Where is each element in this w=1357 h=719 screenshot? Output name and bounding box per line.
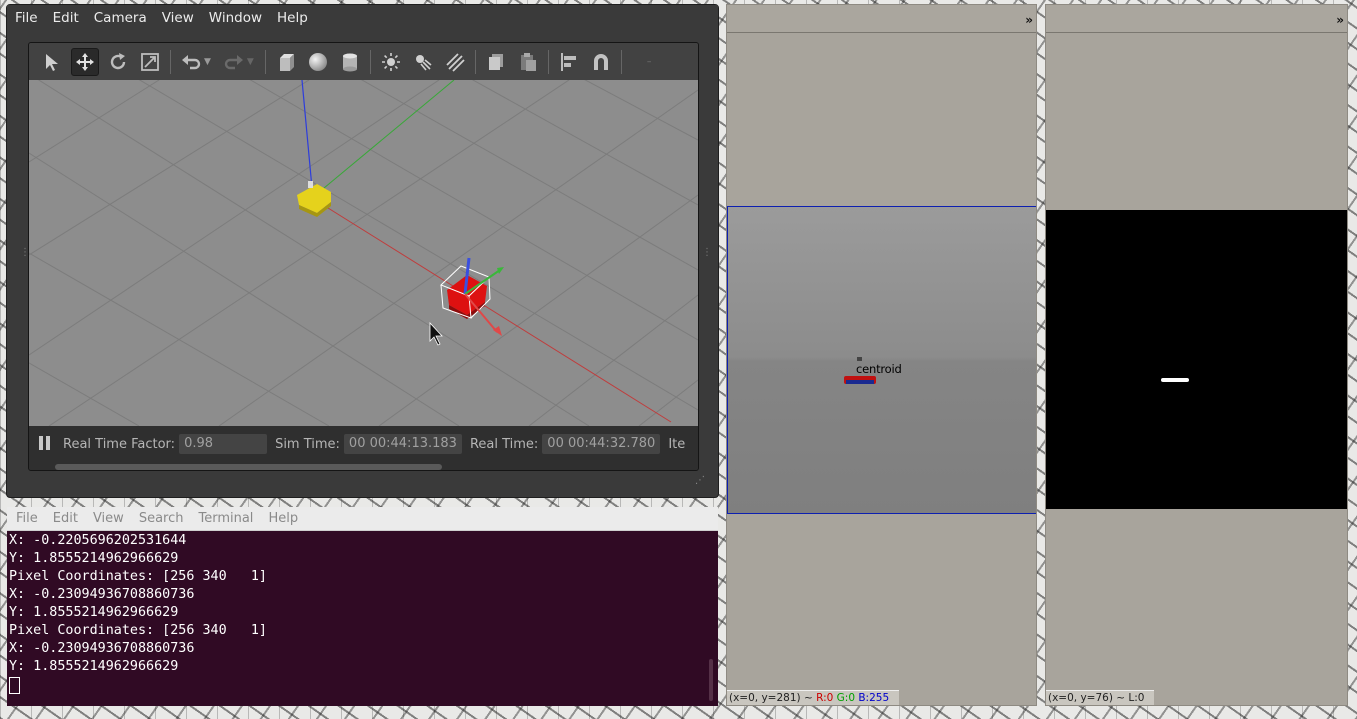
real-time-value: 00 00:44:32.780 bbox=[542, 434, 661, 454]
terminal-cursor bbox=[9, 677, 20, 694]
terminal-line: X: -0.23094936708860736 bbox=[9, 641, 195, 656]
gazebo-menubar: File Edit Camera View Window Help bbox=[7, 5, 718, 31]
redo-icon bbox=[221, 49, 247, 75]
mask-image[interactable] bbox=[1046, 210, 1347, 509]
translate-icon[interactable] bbox=[71, 47, 99, 76]
real-time-factor-label: Real Time Factor: bbox=[63, 436, 176, 452]
terminal-line: X: -0.2205696202531644 bbox=[9, 533, 187, 548]
expand-toolbar-icon[interactable]: » bbox=[1025, 13, 1033, 27]
point-light-icon[interactable] bbox=[378, 49, 404, 75]
terminal-line: Y: 1.8555214962966629 bbox=[9, 605, 179, 620]
toolbar-separator bbox=[474, 49, 476, 74]
gazebo-menu-camera[interactable]: Camera bbox=[94, 10, 147, 26]
camera-status-g: G:0 bbox=[836, 692, 855, 704]
gazebo-3d-viewport[interactable] bbox=[29, 80, 698, 426]
real-time-factor-value: 0.98 bbox=[179, 434, 268, 454]
camera-status-r: R:0 bbox=[816, 692, 834, 704]
gazebo-menu-view[interactable]: View bbox=[162, 10, 194, 26]
camera-image[interactable]: centroid bbox=[727, 206, 1036, 514]
gazebo-toolbar: ▼ ▼ – bbox=[29, 43, 698, 80]
terminal-line: Y: 1.8555214962966629 bbox=[9, 659, 179, 674]
terminal-line: X: -0.23094936708860736 bbox=[9, 587, 195, 602]
mask-blob bbox=[1161, 378, 1189, 382]
camera-pixel-status: (x=0, y=281) ~ R:0 G:0 B:255 bbox=[727, 690, 899, 705]
copy-icon[interactable] bbox=[483, 49, 509, 75]
spot-light-icon[interactable] bbox=[410, 49, 436, 75]
gazebo-menu-file[interactable]: File bbox=[15, 10, 38, 26]
real-time-label: Real Time: bbox=[469, 436, 539, 452]
select-arrow-icon[interactable] bbox=[39, 49, 65, 75]
right-splitter-grip[interactable]: ⋮ bbox=[702, 247, 712, 258]
toolbar-separator bbox=[264, 49, 266, 74]
camera-status-coords: (x=0, y=281) ~ bbox=[729, 692, 817, 704]
pause-icon[interactable] bbox=[39, 436, 53, 452]
toolbar-separator bbox=[170, 49, 171, 74]
terminal-menu-help[interactable]: Help bbox=[268, 511, 298, 526]
robot-shadow bbox=[846, 380, 874, 384]
terminal-line: Y: 1.8555214962966629 bbox=[9, 551, 179, 566]
sphere-shape-icon[interactable] bbox=[305, 49, 331, 75]
toolbar-separator bbox=[620, 49, 622, 74]
gazebo-statusbar: Real Time Factor: 0.98 Sim Time: 00 00:4… bbox=[29, 426, 698, 470]
gazebo-menu-help[interactable]: Help bbox=[277, 10, 308, 26]
sim-time-label: Sim Time: bbox=[275, 436, 340, 452]
statusbar-scrollbar[interactable] bbox=[55, 464, 442, 470]
gazebo-render-frame: ▼ ▼ – Real Time Factor: 0.98 Sim Time: 0… bbox=[28, 42, 699, 471]
undo-icon[interactable] bbox=[178, 49, 204, 75]
toolbar-separator bbox=[369, 49, 371, 74]
mask-window-topbar: » bbox=[1046, 5, 1347, 33]
camera-status-b: B:255 bbox=[858, 692, 890, 704]
gazebo-window: File Edit Camera View Window Help ⋮ ⋮ ▼ … bbox=[6, 4, 719, 498]
terminal-window: File Edit View Search Terminal Help X: -… bbox=[7, 507, 718, 706]
mask-image-window: » (x=0, y=76) ~ L:0 bbox=[1045, 4, 1348, 706]
snap-magnet-icon[interactable] bbox=[588, 49, 614, 75]
gazebo-menu-edit[interactable]: Edit bbox=[53, 10, 79, 26]
terminal-scrollbar[interactable] bbox=[709, 659, 713, 701]
terminal-menu-edit[interactable]: Edit bbox=[53, 511, 78, 526]
toolbar-overflow-icon[interactable]: – bbox=[647, 57, 652, 67]
camera-window-topbar: » bbox=[727, 5, 1036, 33]
toolbar-separator bbox=[547, 49, 549, 74]
mouse-cursor-icon bbox=[429, 321, 443, 346]
scale-icon[interactable] bbox=[137, 49, 163, 75]
paste-icon[interactable] bbox=[515, 49, 541, 75]
sim-time-value: 00 00:44:13.183 bbox=[343, 434, 462, 454]
box-shape-icon[interactable] bbox=[273, 49, 299, 75]
resize-grip-icon[interactable]: ⋰ bbox=[695, 475, 705, 486]
centroid-label: centroid bbox=[856, 362, 902, 376]
iterations-label: Ite bbox=[668, 436, 686, 452]
redo-dropdown-icon: ▼ bbox=[246, 56, 254, 67]
terminal-line: Pixel Coordinates: [256 340 1] bbox=[9, 569, 267, 584]
terminal-menu-file[interactable]: File bbox=[16, 511, 38, 526]
undo-dropdown-icon[interactable]: ▼ bbox=[204, 57, 211, 67]
camera-image-window: » centroid (x=0, y=281) ~ R:0 G:0 B:255 bbox=[726, 4, 1037, 706]
terminal-menu-terminal[interactable]: Terminal bbox=[198, 511, 253, 526]
terminal-menu-view[interactable]: View bbox=[93, 511, 124, 526]
red-robot-model[interactable] bbox=[440, 257, 504, 336]
gazebo-menu-window[interactable]: Window bbox=[209, 10, 262, 26]
mask-pixel-status: (x=0, y=76) ~ L:0 bbox=[1046, 690, 1154, 705]
terminal-output[interactable]: X: -0.2205696202531644 Y: 1.855521496296… bbox=[9, 532, 709, 694]
terminal-line: Pixel Coordinates: [256 340 1] bbox=[9, 623, 267, 638]
directional-light-icon[interactable] bbox=[442, 49, 468, 75]
expand-toolbar-icon[interactable]: » bbox=[1336, 13, 1344, 27]
centroid-marker bbox=[857, 357, 862, 361]
terminal-menubar: File Edit View Search Terminal Help bbox=[7, 507, 718, 531]
cylinder-shape-icon[interactable] bbox=[337, 49, 363, 75]
rotate-icon[interactable] bbox=[105, 49, 131, 75]
terminal-menu-search[interactable]: Search bbox=[139, 511, 184, 526]
align-icon[interactable] bbox=[556, 49, 582, 75]
